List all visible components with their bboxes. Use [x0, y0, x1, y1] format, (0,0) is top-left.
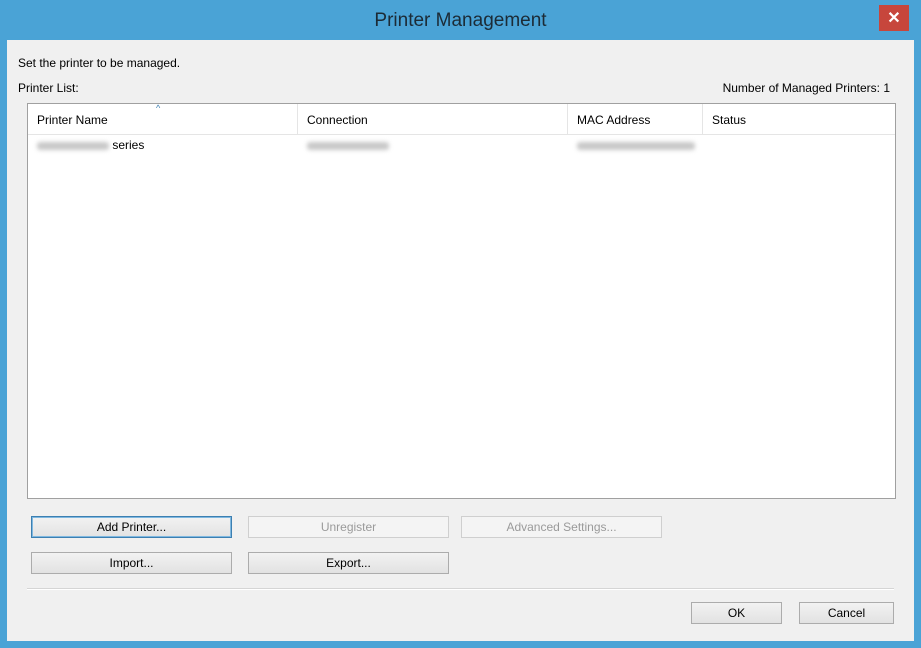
unregister-button[interactable]: Unregister — [248, 516, 449, 538]
column-header-printer-name[interactable]: Printer Name ^ — [28, 103, 298, 134]
add-printer-button[interactable]: Add Printer... — [31, 516, 232, 538]
redacted-text — [307, 141, 389, 150]
table-row[interactable]: series — [28, 134, 895, 156]
column-header-label: Printer Name — [37, 113, 108, 127]
redacted-text — [577, 141, 695, 150]
advanced-settings-button[interactable]: Advanced Settings... — [461, 516, 662, 538]
import-button[interactable]: Import... — [31, 552, 232, 574]
separator — [27, 588, 894, 590]
redacted-text — [37, 141, 109, 150]
printer-list-label: Printer List: — [18, 81, 79, 95]
column-header-mac-address[interactable]: MAC Address — [568, 104, 703, 134]
printer-list-header: Printer Name ^ Connection MAC Address St… — [28, 103, 895, 135]
printer-management-window: Printer Management ✕ Set the printer to … — [0, 0, 921, 648]
printer-name-suffix: series — [112, 138, 145, 152]
cell-mac-address — [568, 134, 703, 156]
column-header-status[interactable]: Status — [703, 104, 895, 134]
cell-printer-name: series — [28, 134, 298, 156]
close-button[interactable]: ✕ — [879, 5, 909, 31]
sort-ascending-icon: ^ — [156, 103, 161, 113]
cell-status — [703, 134, 895, 156]
instruction-text: Set the printer to be managed. — [18, 56, 181, 70]
managed-printer-count: Number of Managed Printers: 1 — [722, 81, 890, 95]
title-bar: Printer Management ✕ — [0, 0, 921, 40]
window-title: Printer Management — [374, 10, 547, 31]
dialog-body: Set the printer to be managed. Printer L… — [7, 40, 914, 641]
close-icon: ✕ — [887, 10, 901, 27]
cancel-button[interactable]: Cancel — [799, 602, 894, 624]
export-button[interactable]: Export... — [248, 552, 449, 574]
printer-list[interactable]: Printer Name ^ Connection MAC Address St… — [27, 103, 896, 499]
column-header-connection[interactable]: Connection — [298, 104, 568, 134]
ok-button[interactable]: OK — [691, 602, 782, 624]
cell-connection — [298, 134, 568, 156]
